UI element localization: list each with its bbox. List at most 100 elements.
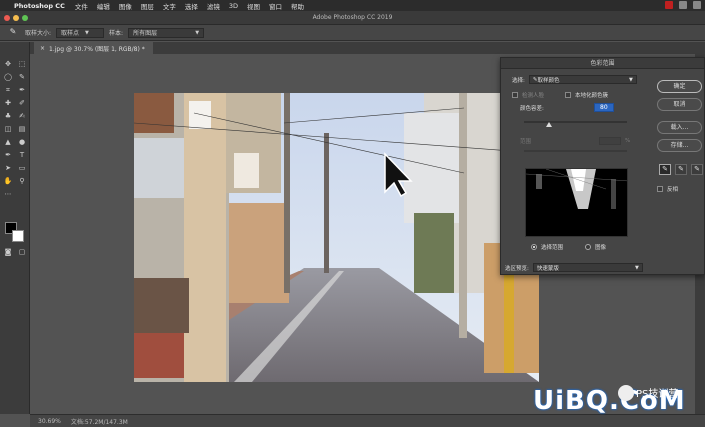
chevron-down-icon: ▼: [195, 29, 200, 36]
tools-panel: ✥ ⬚ ◯ ✎ ⌗ ✒ ✚ ✐ ♣ ✍ ◫ ▤ ▲ ● ✒ T ➤ ▭ ✋ ⚲ …: [0, 42, 30, 414]
selection-radio-label: 选择范围: [541, 245, 564, 251]
more-tools-icon[interactable]: ⋯: [3, 189, 13, 199]
sample-select[interactable]: 所有图层 ▼: [128, 27, 205, 38]
eyedropper-subtract-icon[interactable]: ✎: [691, 164, 703, 175]
hand-tool-icon[interactable]: ✋: [3, 176, 13, 186]
document-tab-label: 1.jpg @ 30.7% (图层 1, RGB/8) *: [49, 45, 145, 53]
lasso-tool-icon[interactable]: ◯: [3, 72, 13, 82]
wechat-icon: [618, 385, 634, 401]
screen-mode-icon[interactable]: ▢: [17, 247, 27, 257]
dodge-tool-icon[interactable]: ●: [17, 137, 27, 147]
selection-radio[interactable]: [531, 244, 537, 250]
menu-3d[interactable]: 3D: [229, 2, 238, 10]
type-tool-icon[interactable]: T: [17, 150, 27, 160]
options-bar: ✎ 取样大小: 取样点 ▼ 样本: 所有图层 ▼: [0, 25, 705, 41]
quick-select-tool-icon[interactable]: ✎: [17, 72, 27, 82]
sample-size-select[interactable]: 取样点 ▼: [56, 27, 105, 38]
document-tab[interactable]: × 1.jpg @ 30.7% (图层 1, RGB/8) *: [34, 42, 153, 54]
eyedropper-icon[interactable]: ✒: [17, 85, 27, 95]
radio-image-row: 图像: [585, 243, 606, 251]
load-button[interactable]: 载入...: [657, 121, 702, 134]
quick-mask-icon[interactable]: ◙: [3, 247, 13, 257]
detect-faces-checkbox[interactable]: [512, 92, 518, 98]
path-select-icon[interactable]: ➤: [3, 163, 13, 173]
canvas-image[interactable]: [134, 93, 539, 382]
sample-size-value: 取样点: [61, 30, 80, 37]
fuzziness-slider-track[interactable]: [524, 121, 627, 123]
range-unit: %: [625, 138, 631, 144]
fuzziness-label: 颜色容差:: [520, 105, 544, 112]
eyedropper-add-icon[interactable]: ✎: [675, 164, 687, 175]
image-radio[interactable]: [585, 244, 591, 250]
move-tool-icon[interactable]: ✥: [3, 59, 13, 69]
eraser-tool-icon[interactable]: ◫: [3, 124, 13, 134]
status-icons: [665, 1, 701, 9]
menu-layer[interactable]: 图层: [141, 1, 154, 11]
menu-filter[interactable]: 滤镜: [207, 1, 220, 11]
menu-image[interactable]: 图像: [119, 1, 132, 11]
invert-checkbox[interactable]: [657, 186, 663, 192]
menu-select[interactable]: 选择: [185, 1, 198, 11]
localized-clusters-checkbox[interactable]: [565, 92, 571, 98]
fuzziness-input[interactable]: 80: [593, 103, 614, 112]
healing-tool-icon[interactable]: ✚: [3, 98, 13, 108]
mask-preview-image: [526, 169, 627, 236]
menu-edit[interactable]: 编辑: [97, 1, 110, 11]
chevron-down-icon: ▼: [635, 264, 639, 271]
range-label: 范围: [520, 139, 532, 145]
fuzziness-row: 颜色容差: 80: [520, 103, 614, 112]
chevron-down-icon: ▼: [629, 76, 633, 83]
radio-selection-row: 选择范围: [531, 243, 563, 251]
save-button[interactable]: 存储...: [657, 139, 702, 152]
blur-tool-icon[interactable]: ▲: [3, 137, 13, 147]
detect-faces-label: 检测人脸: [522, 93, 545, 99]
range-input[interactable]: [599, 137, 622, 145]
sample-size-label: 取样大小:: [25, 30, 52, 37]
localized-clusters-row: 本地化颜色簇: [565, 91, 608, 99]
zoom-level[interactable]: 30.69%: [38, 418, 61, 425]
wifi-icon[interactable]: [679, 1, 687, 9]
pen-tool-icon[interactable]: ✒: [3, 150, 13, 160]
preview-mode-label: 选区预览:: [505, 265, 529, 272]
document-size: 文档:57.2M/147.3M: [70, 418, 128, 426]
menu-type[interactable]: 文字: [163, 1, 176, 11]
gradient-tool-icon[interactable]: ▤: [17, 124, 27, 134]
select-value: 取样颜色: [537, 77, 560, 84]
document-tab-bar: × 1.jpg @ 30.7% (图层 1, RGB/8) *: [30, 42, 695, 54]
range-row: 范围 %: [520, 137, 630, 145]
record-icon[interactable]: [665, 1, 673, 9]
marquee-tool-icon[interactable]: ⬚: [17, 59, 27, 69]
ok-button[interactable]: 确定: [657, 80, 702, 93]
mouse-cursor-icon: [384, 152, 413, 198]
street-photo: [134, 93, 539, 382]
menu-window[interactable]: 窗口: [269, 1, 282, 11]
cancel-button[interactable]: 取消: [657, 98, 702, 111]
fuzziness-slider-thumb[interactable]: [546, 122, 552, 127]
crop-tool-icon[interactable]: ⌗: [3, 85, 13, 95]
select-row: 选择: ✎ 取样颜色 ▼: [512, 75, 637, 84]
window-titlebar: Adobe Photoshop CC 2019: [0, 11, 705, 25]
watermark-account: PS技训营: [636, 389, 679, 400]
eyedropper-sample-icon[interactable]: ✎: [659, 164, 671, 175]
menu-view[interactable]: 视图: [247, 1, 260, 11]
sample-label: 样本:: [109, 30, 124, 37]
history-brush-icon[interactable]: ✍: [17, 111, 27, 121]
select-label: 选择:: [512, 77, 525, 84]
brush-tool-icon[interactable]: ✐: [17, 98, 27, 108]
app-menu[interactable]: Photoshop CC: [14, 2, 65, 10]
select-dropdown[interactable]: ✎ 取样颜色 ▼: [528, 75, 637, 84]
close-icon[interactable]: ×: [40, 45, 45, 52]
eyedropper-tool-icon[interactable]: ✎: [6, 27, 20, 38]
dialog-title: 色彩范围: [501, 58, 704, 69]
localized-clusters-label: 本地化颜色簇: [575, 93, 609, 99]
menu-help[interactable]: 帮助: [291, 1, 304, 11]
zoom-tool-icon[interactable]: ⚲: [17, 176, 27, 186]
stamp-tool-icon[interactable]: ♣: [3, 111, 13, 121]
control-center-icon[interactable]: [693, 1, 701, 9]
preview-mode-row: 选区预览: 快速蒙版 ▼: [505, 263, 643, 272]
menu-file[interactable]: 文件: [75, 1, 88, 11]
background-color-swatch[interactable]: [12, 230, 24, 242]
sample-value: 所有图层: [133, 30, 158, 37]
shape-tool-icon[interactable]: ▭: [17, 163, 27, 173]
preview-mode-dropdown[interactable]: 快速蒙版 ▼: [532, 263, 643, 272]
